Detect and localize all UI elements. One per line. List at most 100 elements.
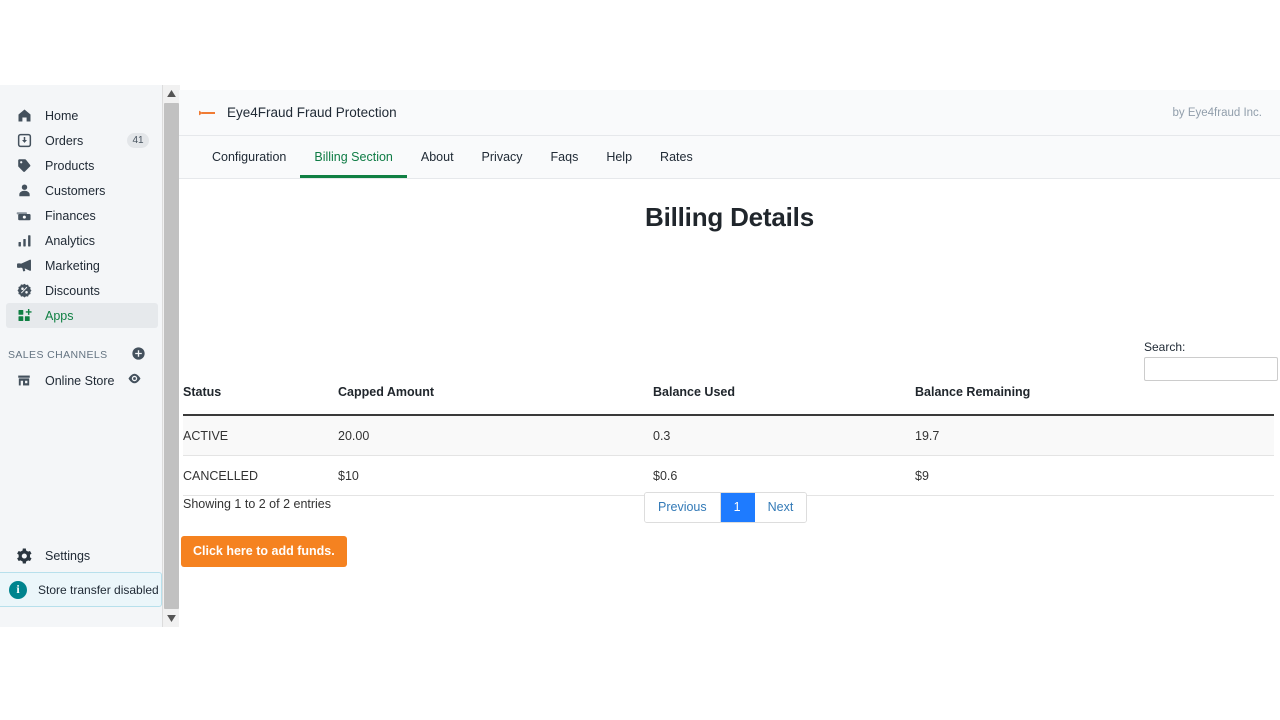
sidebar-item-label: Analytics — [45, 234, 95, 248]
app-title-text: Eye4Fraud Fraud Protection — [227, 105, 397, 120]
tab-billing-section[interactable]: Billing Section — [300, 136, 407, 178]
pagination: Previous 1 Next — [644, 492, 807, 523]
billing-details-table: Status Capped Amount Balance Used Balanc… — [183, 385, 1274, 496]
tab-label: About — [421, 150, 454, 164]
tab-faqs[interactable]: Faqs — [537, 136, 593, 178]
cell-capped-amount: $10 — [338, 456, 653, 496]
column-header-status[interactable]: Status — [183, 385, 338, 415]
tab-label: Privacy — [482, 150, 523, 164]
tab-privacy[interactable]: Privacy — [468, 136, 537, 178]
customers-icon — [14, 182, 34, 200]
sidebar-item-label: Settings — [45, 549, 90, 563]
column-header-balance-remaining[interactable]: Balance Remaining — [915, 385, 1274, 415]
analytics-icon — [14, 232, 34, 250]
scroll-down-arrow-icon[interactable] — [163, 610, 180, 627]
sidebar-item-home[interactable]: Home — [6, 103, 158, 128]
sidebar-item-settings[interactable]: Settings — [6, 543, 158, 568]
sidebar-item-label: Orders — [45, 134, 83, 148]
sidebar-item-products[interactable]: Products — [6, 153, 158, 178]
apps-icon — [14, 307, 34, 325]
sidebar-item-apps[interactable]: Apps — [6, 303, 158, 328]
sidebar-item-label: Discounts — [45, 284, 100, 298]
eye-icon[interactable] — [127, 371, 142, 389]
table-header: Status Capped Amount Balance Used Balanc… — [183, 385, 1274, 415]
sidebar-main-nav: Home Orders 41 — [0, 85, 162, 328]
column-header-capped-amount[interactable]: Capped Amount — [338, 385, 653, 415]
tab-label: Help — [606, 150, 632, 164]
app-header: Eye4Fraud Fraud Protection by Eye4fraud … — [179, 90, 1280, 136]
sidebar-item-label: Products — [45, 159, 94, 173]
store-icon — [14, 372, 34, 390]
tab-label: Faqs — [551, 150, 579, 164]
scroll-up-arrow-icon[interactable] — [163, 85, 180, 102]
sidebar-item-marketing[interactable]: Marketing — [6, 253, 158, 278]
app-attribution: by Eye4fraud Inc. — [1173, 107, 1263, 119]
finances-icon — [14, 207, 34, 225]
cell-status: CANCELLED — [183, 456, 338, 496]
sales-channels-label: SALES CHANNELS — [8, 349, 108, 361]
pagination-next[interactable]: Next — [755, 493, 807, 522]
sidebar-item-label: Online Store — [45, 374, 114, 388]
sidebar-item-finances[interactable]: Finances — [6, 203, 158, 228]
sidebar-nav: Home Orders 41 — [0, 85, 162, 627]
table-row[interactable]: ACTIVE 20.00 0.3 19.7 — [183, 415, 1274, 456]
store-transfer-label: Store transfer disabled — [38, 583, 159, 597]
pagination-previous[interactable]: Previous — [645, 493, 721, 522]
cell-balance-used: 0.3 — [653, 415, 915, 456]
cell-balance-remaining: 19.7 — [915, 415, 1274, 456]
cell-capped-amount: 20.00 — [338, 415, 653, 456]
sidebar-item-customers[interactable]: Customers — [6, 178, 158, 203]
cell-balance-used: $0.6 — [653, 456, 915, 496]
orders-icon — [14, 132, 34, 150]
search-input[interactable] — [1144, 357, 1278, 381]
orders-badge: 41 — [127, 133, 149, 148]
sidebar-item-online-store[interactable]: Online Store — [6, 368, 158, 393]
sidebar-item-label: Customers — [45, 184, 105, 198]
browser-page: Home Orders 41 — [0, 0, 1280, 720]
table-header-row: Status Capped Amount Balance Used Balanc… — [183, 385, 1274, 415]
sidebar-item-label: Marketing — [45, 259, 100, 273]
discounts-icon — [14, 282, 34, 300]
tab-label: Configuration — [212, 150, 286, 164]
plus-circle-icon[interactable] — [131, 346, 146, 366]
marketing-icon — [14, 257, 34, 275]
tab-help[interactable]: Help — [592, 136, 646, 178]
sidebar-item-label: Home — [45, 109, 78, 123]
store-transfer-banner[interactable]: i Store transfer disabled — [0, 572, 162, 607]
home-icon — [14, 107, 34, 125]
add-funds-button[interactable]: Click here to add funds. — [181, 536, 347, 567]
sidebar-scrollbar[interactable] — [162, 85, 179, 627]
gear-icon — [14, 547, 34, 565]
sales-channels-header: SALES CHANNELS — [0, 342, 162, 368]
app-embed-panel: Eye4Fraud Fraud Protection by Eye4fraud … — [179, 90, 1280, 630]
info-icon: i — [9, 581, 27, 599]
cell-status: ACTIVE — [183, 415, 338, 456]
sidebar-item-label: Apps — [45, 309, 74, 323]
search-filter: Search: — [1144, 340, 1280, 381]
showing-entries-text: Showing 1 to 2 of 2 entries — [183, 497, 331, 511]
search-label: Search: — [1144, 340, 1280, 354]
sidebar-item-orders[interactable]: Orders 41 — [6, 128, 158, 153]
cell-balance-remaining: $9 — [915, 456, 1274, 496]
app-title: Eye4Fraud Fraud Protection — [198, 105, 397, 120]
page-title: Billing Details — [181, 202, 1278, 233]
pagination-page-1[interactable]: 1 — [721, 493, 755, 522]
scrollbar-thumb[interactable] — [164, 103, 179, 609]
tab-configuration[interactable]: Configuration — [198, 136, 300, 178]
table-row[interactable]: CANCELLED $10 $0.6 $9 — [183, 456, 1274, 496]
sidebar-item-label: Finances — [45, 209, 96, 223]
tab-rates[interactable]: Rates — [646, 136, 707, 178]
eye4fraud-logo-icon — [198, 108, 218, 118]
app-tab-bar: Configuration Billing Section About Priv… — [179, 136, 1280, 179]
tab-label: Rates — [660, 150, 693, 164]
tab-about[interactable]: About — [407, 136, 468, 178]
column-header-balance-used[interactable]: Balance Used — [653, 385, 915, 415]
billing-content: Billing Details Search: Status Capped Am… — [179, 202, 1280, 233]
products-icon — [14, 157, 34, 175]
tab-label: Billing Section — [314, 150, 393, 164]
table-body: ACTIVE 20.00 0.3 19.7 CANCELLED $10 $0.6… — [183, 415, 1274, 496]
table-footer: Showing 1 to 2 of 2 entries Previous 1 N… — [183, 492, 1274, 532]
sidebar: Home Orders 41 — [0, 85, 179, 627]
sidebar-item-analytics[interactable]: Analytics — [6, 228, 158, 253]
sidebar-item-discounts[interactable]: Discounts — [6, 278, 158, 303]
